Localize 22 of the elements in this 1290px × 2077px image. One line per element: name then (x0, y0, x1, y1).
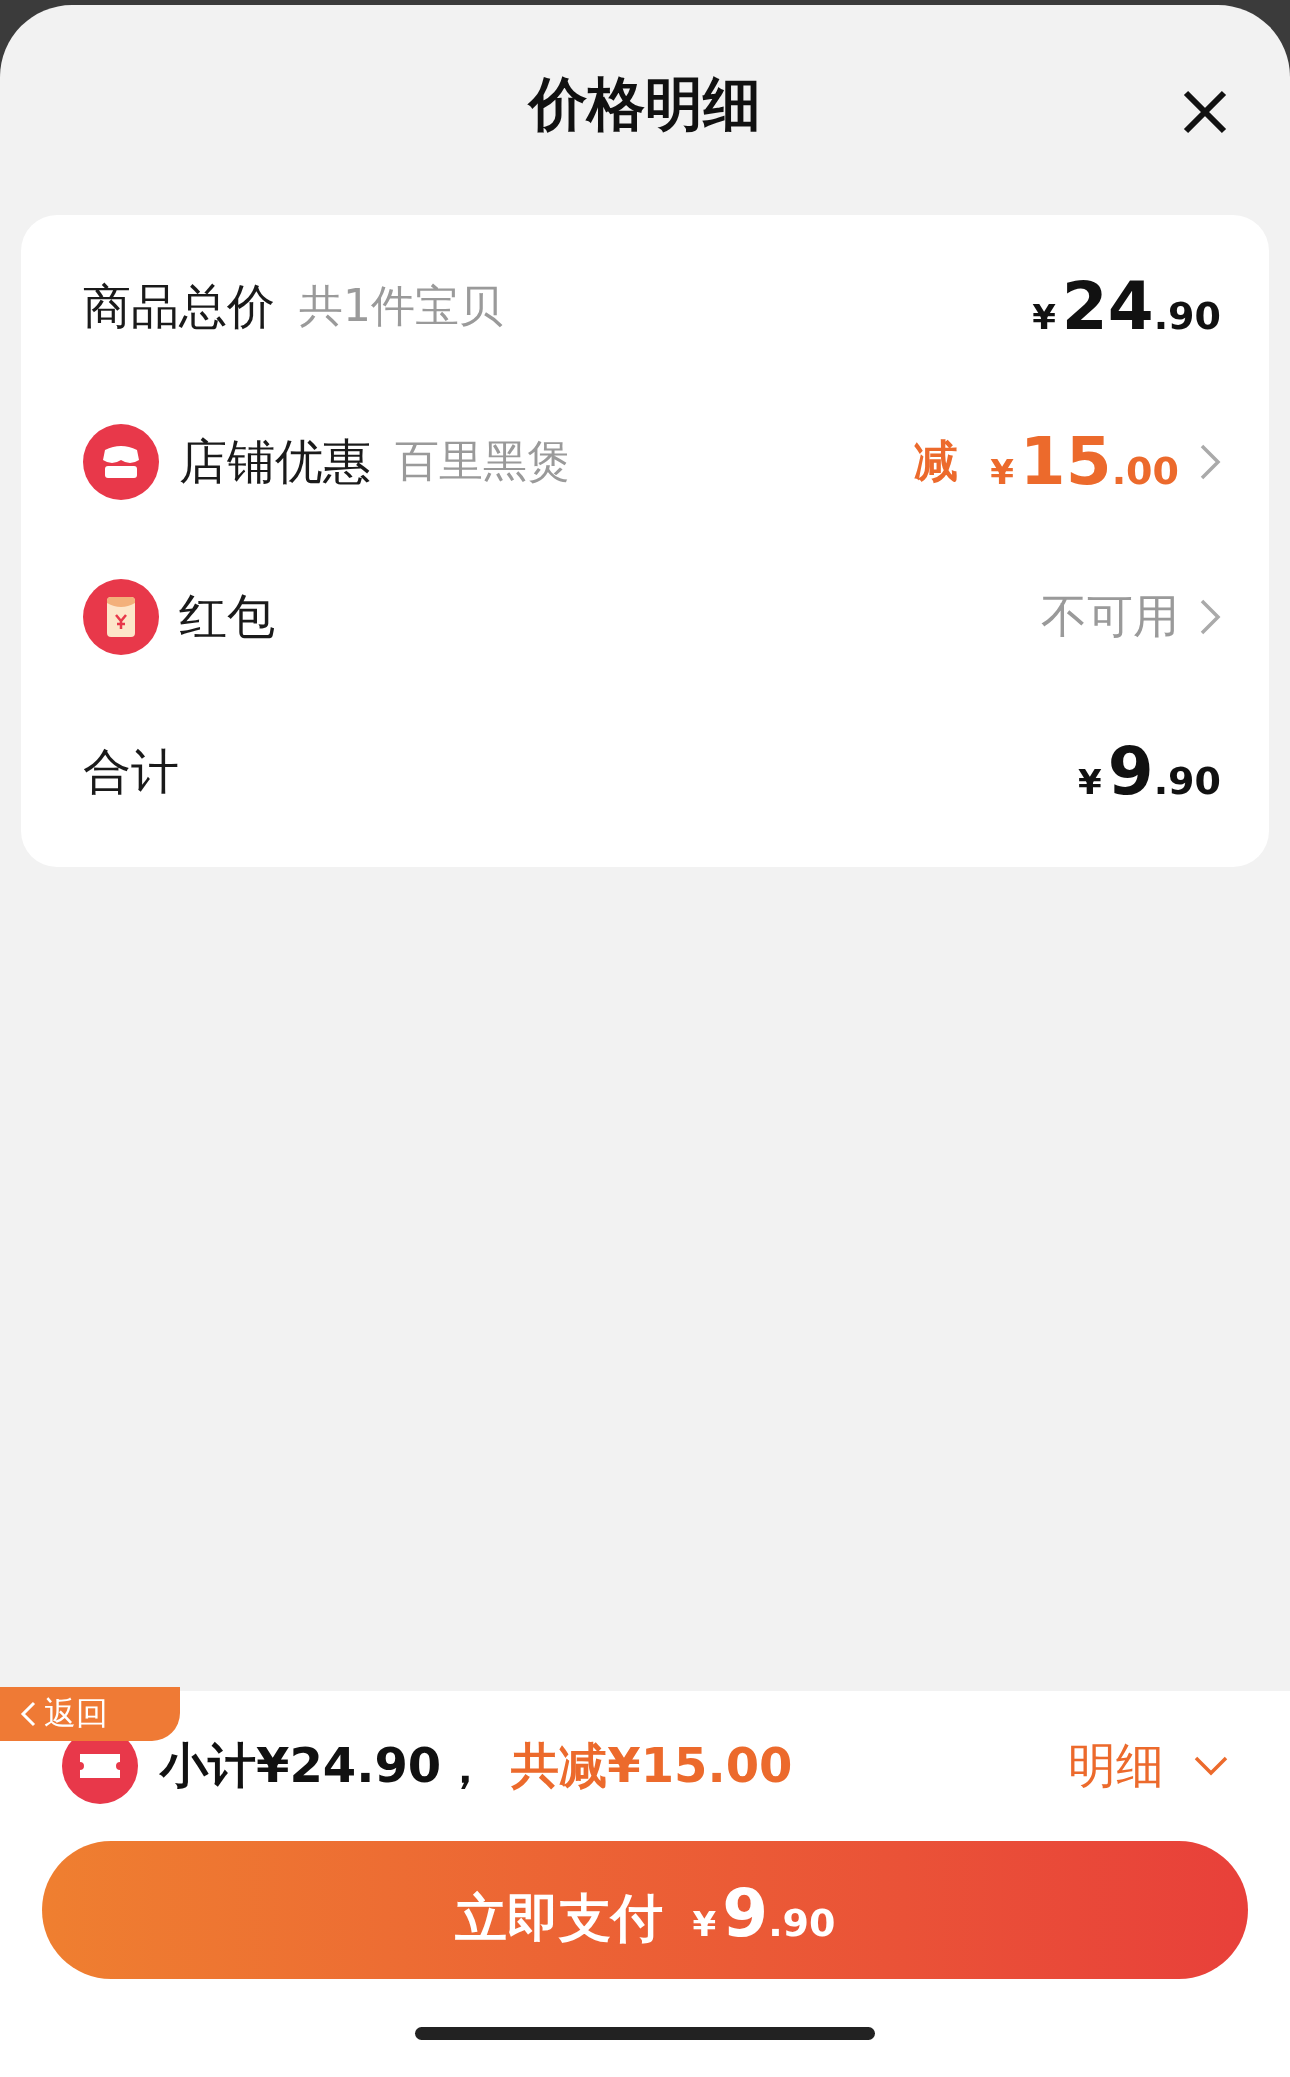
row-label: 店铺优惠 (179, 431, 371, 491)
shop-icon (83, 423, 159, 500)
chevron-left-icon (18, 1700, 38, 1728)
chevron-right-icon (1199, 597, 1221, 636)
discount-prefix: 减 (914, 434, 959, 488)
pay-button[interactable]: 立即支付 ¥9.90 (42, 1841, 1248, 1979)
row-note: 共1件宝贝 (299, 279, 503, 333)
discount-amount: ¥15.00 (990, 423, 1179, 500)
row-label: 红包 (179, 586, 275, 646)
envelope-icon (83, 578, 159, 655)
status-value: 不可用 (1041, 587, 1179, 645)
details-toggle[interactable]: 明细 (1068, 1734, 1228, 1798)
chevron-down-icon (1194, 1756, 1228, 1776)
sheet-title: 价格明细 (529, 69, 761, 140)
price-amount: ¥24.90 (1032, 268, 1221, 345)
back-button[interactable]: 返回 (0, 1687, 180, 1741)
row-label: 合计 (83, 741, 179, 801)
chevron-right-icon (1199, 442, 1221, 481)
row-note: 百里黑煲 (395, 434, 571, 488)
row-label: 商品总价 (83, 276, 275, 336)
saved-text: 共减¥15.00 (511, 1736, 793, 1795)
price-amount: ¥9.90 (1078, 733, 1221, 810)
